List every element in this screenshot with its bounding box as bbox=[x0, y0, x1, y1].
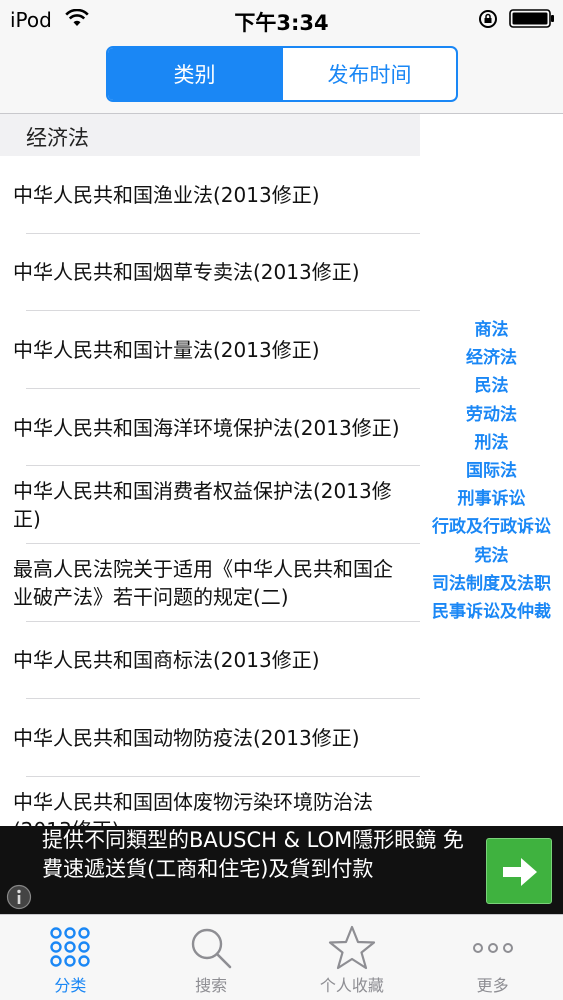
index-item-labor-law[interactable]: 劳动法 bbox=[420, 401, 563, 429]
law-title: 最高人民法院关于适用《中华人民共和国企业破产法》若干问题的规定(二) bbox=[13, 556, 393, 609]
sort-segmented-control: 类别 发布时间 bbox=[106, 46, 458, 102]
index-item-economic-law[interactable]: 经济法 bbox=[420, 344, 563, 372]
law-list[interactable]: 中华人民共和国渔业法(2013修正) 中华人民共和国烟草专卖法(2013修正) … bbox=[0, 156, 420, 826]
law-title: 中华人民共和国计量法(2013修正) bbox=[13, 337, 320, 362]
ad-cta-button[interactable] bbox=[486, 838, 552, 904]
tab-search[interactable]: 搜索 bbox=[141, 915, 282, 1000]
list-item[interactable]: 中华人民共和国固体废物污染环境防治法(2013修正) bbox=[0, 777, 420, 826]
more-icon bbox=[472, 943, 513, 953]
info-icon[interactable] bbox=[6, 884, 32, 910]
list-item[interactable]: 中华人民共和国商标法(2013修正) bbox=[0, 622, 420, 700]
category-index: 商法 经济法 民法 劳动法 刑法 国际法 刑事诉讼 行政及行政诉讼 宪法 司法制… bbox=[420, 316, 563, 626]
star-icon bbox=[328, 925, 375, 970]
index-item-international-law[interactable]: 国际法 bbox=[420, 457, 563, 485]
tab-bar: 分类 搜索 个人收藏 更多 bbox=[0, 914, 563, 1000]
law-title: 中华人民共和国商标法(2013修正) bbox=[13, 648, 320, 673]
index-item-administrative-litigation[interactable]: 行政及行政诉讼 bbox=[420, 513, 563, 541]
list-item[interactable]: 中华人民共和国动物防疫法(2013修正) bbox=[0, 699, 420, 777]
index-item-criminal-law[interactable]: 刑法 bbox=[420, 429, 563, 457]
index-item-judicial-system[interactable]: 司法制度及法职 bbox=[420, 570, 563, 598]
right-arrow-icon bbox=[503, 858, 537, 886]
tab-label: 搜索 bbox=[195, 976, 228, 995]
law-title: 中华人民共和国固体废物污染环境防治法(2013修正) bbox=[13, 789, 373, 826]
index-item-civil-procedure-arbitration[interactable]: 民事诉讼及仲裁 bbox=[420, 598, 563, 626]
ad-text: 提供不同類型的BAUSCH & LOM隱形眼鏡 免費速遞送貨(工商和住宅)及貨到… bbox=[42, 828, 464, 881]
grid-icon bbox=[50, 927, 91, 967]
section-header: 经济法 bbox=[0, 114, 420, 156]
tab-label: 个人收藏 bbox=[319, 976, 384, 995]
list-item[interactable]: 中华人民共和国烟草专卖法(2013修正) bbox=[0, 234, 420, 312]
search-icon bbox=[191, 928, 232, 969]
rotation-lock-icon bbox=[479, 10, 497, 28]
index-item-commercial-law[interactable]: 商法 bbox=[420, 316, 563, 344]
law-title: 中华人民共和国渔业法(2013修正) bbox=[13, 182, 320, 207]
ad-banner[interactable]: 提供不同類型的BAUSCH & LOM隱形眼鏡 免費速遞送貨(工商和住宅)及貨到… bbox=[0, 826, 563, 914]
tab-label: 更多 bbox=[476, 976, 509, 995]
nav-bar: 类别 发布时间 bbox=[0, 38, 563, 114]
list-item[interactable]: 中华人民共和国计量法(2013修正) bbox=[0, 311, 420, 389]
battery-icon bbox=[509, 9, 554, 28]
list-item[interactable]: 中华人民共和国海洋环境保护法(2013修正) bbox=[0, 389, 420, 467]
law-title: 中华人民共和国动物防疫法(2013修正) bbox=[13, 725, 360, 750]
tab-more[interactable]: 更多 bbox=[422, 915, 563, 1000]
tab-label: 分类 bbox=[54, 976, 87, 995]
law-title: 中华人民共和国海洋环境保护法(2013修正) bbox=[13, 415, 400, 440]
tab-favorites[interactable]: 个人收藏 bbox=[282, 915, 423, 1000]
list-item[interactable]: 中华人民共和国消费者权益保护法(2013修正) bbox=[0, 466, 420, 544]
index-item-criminal-procedure[interactable]: 刑事诉讼 bbox=[420, 485, 563, 513]
list-item[interactable]: 最高人民法院关于适用《中华人民共和国企业破产法》若干问题的规定(二) bbox=[0, 544, 420, 622]
index-item-constitution[interactable]: 宪法 bbox=[420, 542, 563, 570]
law-title: 中华人民共和国消费者权益保护法(2013修正) bbox=[13, 479, 392, 532]
status-bar: iPod 下午3:34 bbox=[0, 0, 563, 38]
segment-publish-date[interactable]: 发布时间 bbox=[281, 48, 456, 100]
section-title: 经济法 bbox=[26, 126, 89, 150]
law-title: 中华人民共和国烟草专卖法(2013修正) bbox=[13, 260, 360, 285]
tab-category[interactable]: 分类 bbox=[0, 915, 141, 1000]
segment-category[interactable]: 类别 bbox=[108, 48, 281, 100]
index-item-civil-law[interactable]: 民法 bbox=[420, 372, 563, 400]
list-item[interactable]: 中华人民共和国渔业法(2013修正) bbox=[0, 156, 420, 234]
